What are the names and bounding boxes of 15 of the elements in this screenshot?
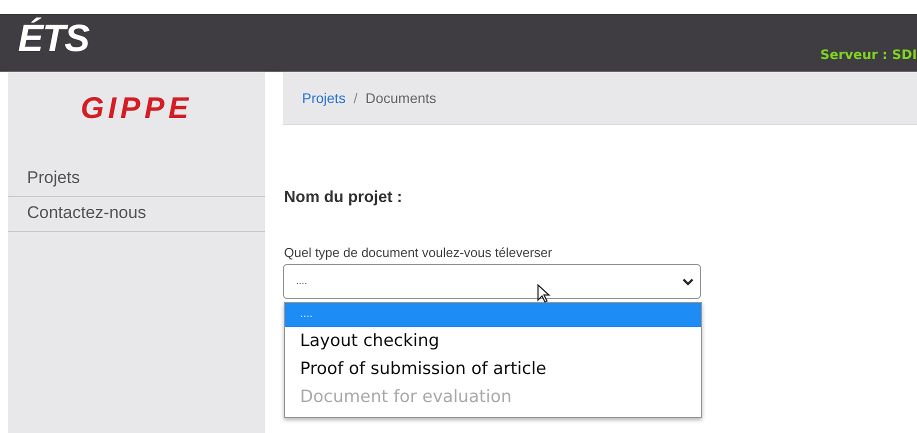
dropdown-option[interactable]: Proof of submission of article [285,355,701,383]
breadcrumb-link[interactable]: Projets [302,90,346,106]
document-type-select[interactable]: .... [283,264,701,299]
logo[interactable]: GIPPE [8,92,265,126]
nav-item[interactable]: Projets [8,162,265,197]
breadcrumb-separator: / [354,90,358,106]
server-label: Serveur : SDI [820,48,917,63]
dropdown-option[interactable]: .... [285,303,701,327]
select-label: Quel type de document voulez-vous téleverser [284,245,554,260]
breadcrumb-current: Documents [365,90,436,106]
field-heading: Nom du projet : [284,189,404,207]
logo[interactable]: ÉTS [18,18,89,61]
dropdown-option[interactable]: Layout checking [285,327,701,355]
chevron-down-icon [682,278,694,286]
nav-item[interactable]: Contactez-nous [8,197,265,232]
